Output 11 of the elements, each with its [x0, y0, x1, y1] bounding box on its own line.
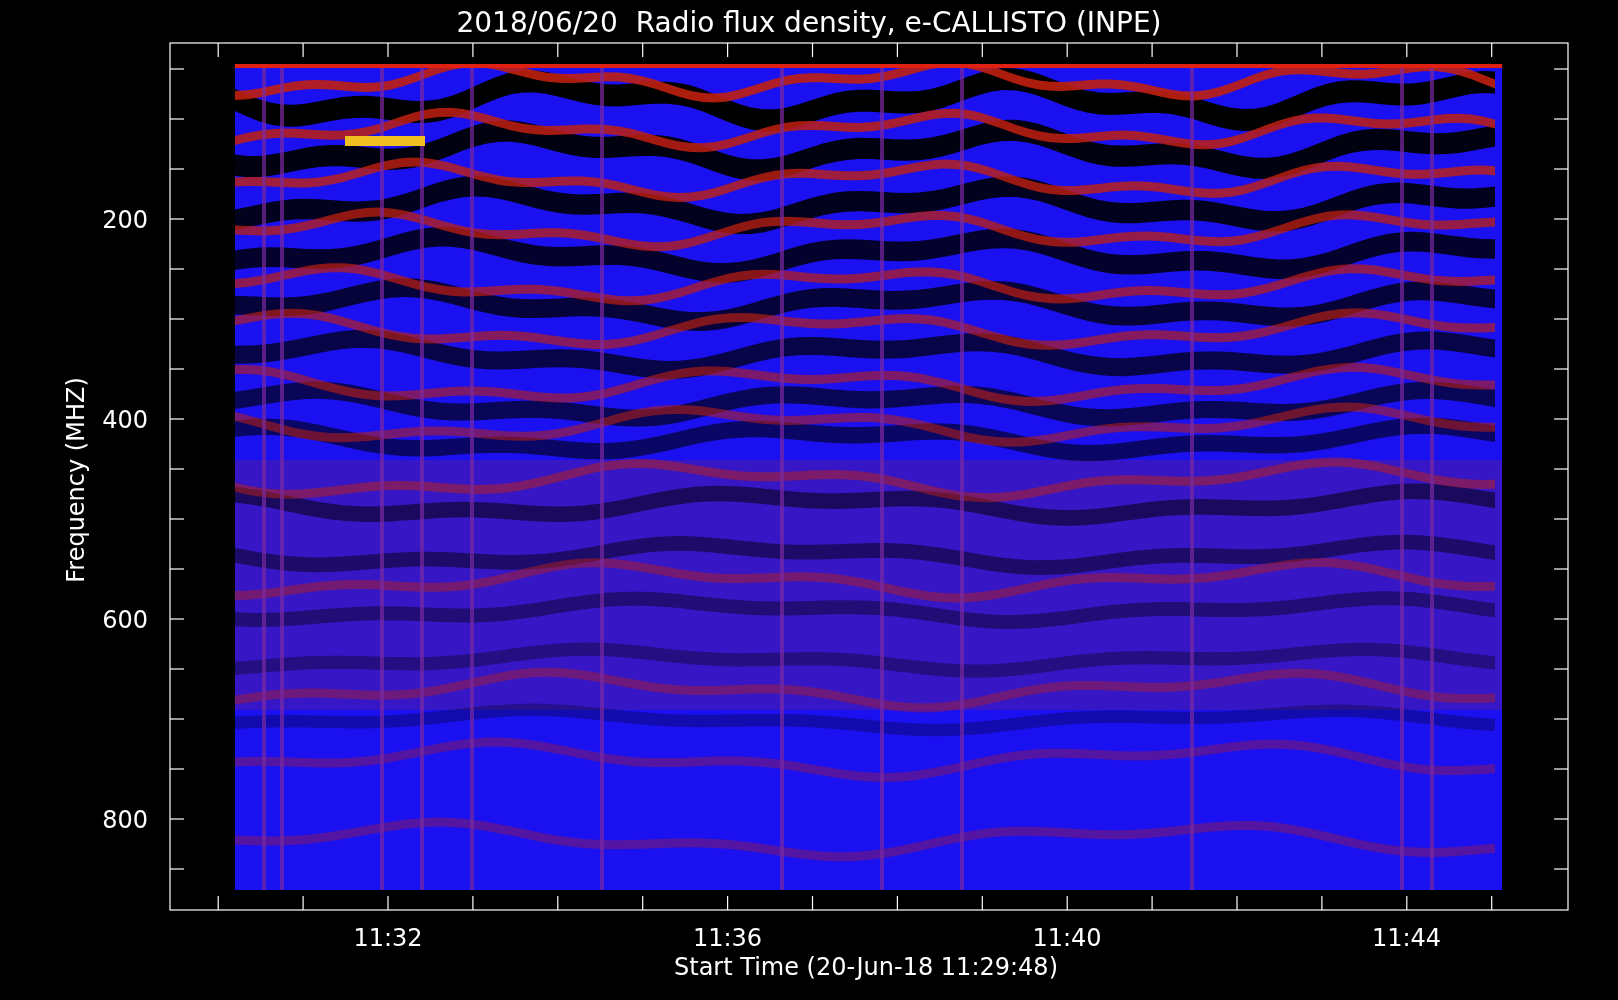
x-tick-label: 11:36	[692, 924, 763, 952]
x-tick-label: 11:40	[1032, 924, 1102, 952]
y-tick-label: 200	[102, 206, 148, 234]
chart-title: 2018/06/20 Radio flux density, e-CALLISTO (INPE)	[456, 6, 1162, 39]
y-axis-label: Frequency (MHZ)	[62, 377, 90, 583]
x-tick-label: 11:32	[353, 924, 423, 952]
y-tick-label: 800	[102, 806, 148, 834]
x-axis-label: Start Time (20-Jun-18 11:29:48)	[674, 953, 1058, 981]
y-tick-label: 600	[102, 606, 148, 634]
x-tick-label: 11:44	[1371, 924, 1442, 952]
y-tick-label: 400	[102, 406, 148, 434]
